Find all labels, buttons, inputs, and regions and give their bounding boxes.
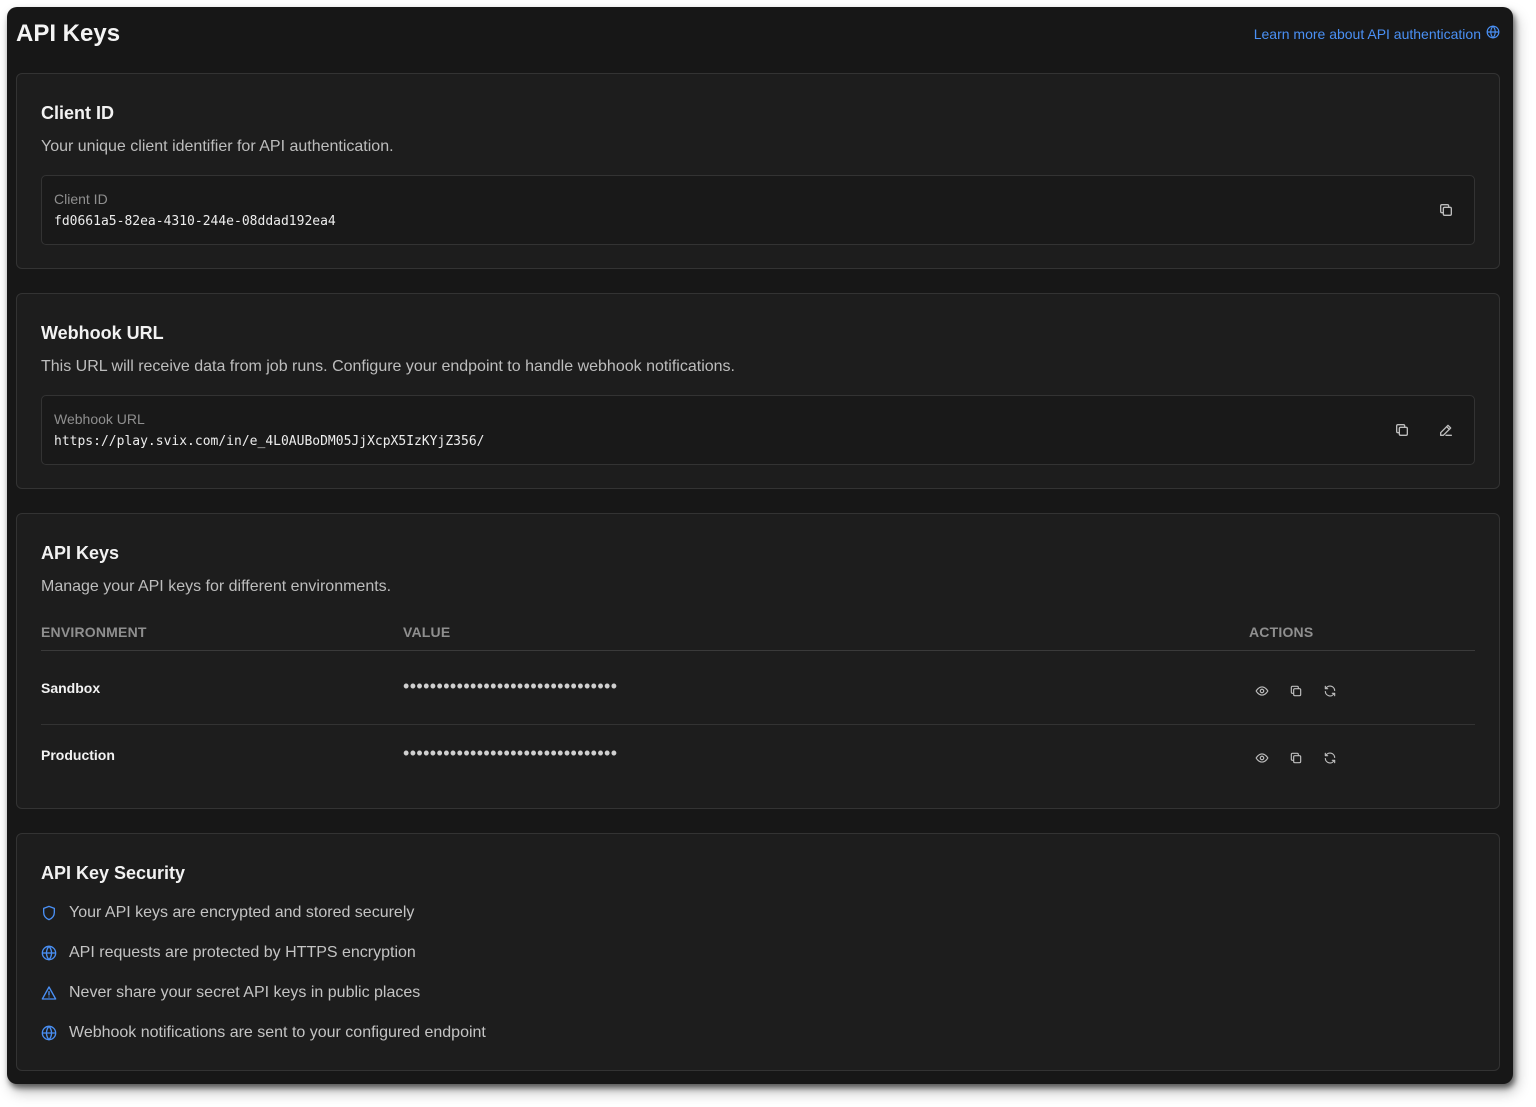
client-id-description: Your unique client identifier for API au… xyxy=(41,138,394,155)
globe-icon xyxy=(41,1025,57,1041)
security-item: Never share your secret API keys in publ… xyxy=(41,984,420,1002)
globe-icon xyxy=(1486,25,1500,42)
webhook-url-card: Webhook URL This URL will receive data f… xyxy=(16,293,1500,489)
copy-webhook-url-button[interactable] xyxy=(1391,419,1413,441)
reveal-key-button[interactable] xyxy=(1251,747,1273,769)
masked-api-key: •••••••••••••••••••••••••••••••• xyxy=(403,676,618,696)
row-actions xyxy=(1251,680,1341,702)
warning-triangle-icon xyxy=(41,985,57,1001)
copy-client-id-button[interactable] xyxy=(1435,199,1457,221)
eye-icon xyxy=(1255,751,1269,765)
copy-icon xyxy=(1289,751,1303,765)
api-keys-card: API Keys Manage your API keys for differ… xyxy=(16,513,1500,809)
copy-icon xyxy=(1289,684,1303,698)
api-keys-window: API Keys Learn more about API authentica… xyxy=(7,7,1513,1084)
regenerate-key-button[interactable] xyxy=(1319,680,1341,702)
masked-api-key: •••••••••••••••••••••••••••••••• xyxy=(403,743,618,763)
edit-webhook-url-button[interactable] xyxy=(1435,419,1457,441)
security-item-text: Webhook notifications are sent to your c… xyxy=(69,1024,486,1041)
learn-more-label: Learn more about API authentication xyxy=(1253,25,1481,42)
webhook-title: Webhook URL xyxy=(41,323,164,343)
webhook-url-value[interactable]: https://play.svix.com/in/e_4L0AUBoDM05Jj… xyxy=(54,434,484,449)
pencil-icon xyxy=(1438,422,1454,438)
copy-key-button[interactable] xyxy=(1285,680,1307,702)
security-title: API Key Security xyxy=(41,863,186,883)
client-id-title: Client ID xyxy=(41,103,115,123)
webhook-url-field: Webhook URL https://play.svix.com/in/e_4… xyxy=(41,395,1475,465)
reveal-key-button[interactable] xyxy=(1251,680,1273,702)
security-item-text: Your API keys are encrypted and stored s… xyxy=(69,904,415,921)
webhook-field-label: Webhook URL xyxy=(54,411,145,427)
column-value: Value xyxy=(403,624,451,640)
security-item: Your API keys are encrypted and stored s… xyxy=(41,904,414,922)
client-id-field-label: Client ID xyxy=(54,191,108,207)
environment-name: Production xyxy=(41,747,115,763)
shield-icon xyxy=(41,905,57,921)
column-actions: Actions xyxy=(1249,624,1314,640)
security-item-text: Never share your secret API keys in publ… xyxy=(69,984,421,1001)
security-item-text: API requests are protected by HTTPS encr… xyxy=(69,944,416,961)
copy-key-button[interactable] xyxy=(1285,747,1307,769)
table-row: Production •••••••••••••••••••••••••••••… xyxy=(41,725,1475,792)
api-key-security-card: API Key Security Your API keys are encry… xyxy=(16,833,1500,1071)
copy-icon xyxy=(1438,202,1454,218)
refresh-icon xyxy=(1323,751,1337,765)
regenerate-key-button[interactable] xyxy=(1319,747,1341,769)
webhook-description: This URL will receive data from job runs… xyxy=(41,358,735,375)
copy-icon xyxy=(1394,422,1410,438)
column-environment: Environment xyxy=(41,624,147,640)
row-actions xyxy=(1251,747,1341,769)
learn-more-link[interactable]: Learn more about API authentication xyxy=(1254,25,1500,42)
globe-icon xyxy=(41,945,57,961)
eye-icon xyxy=(1255,684,1269,698)
api-keys-table-header: Environment Value Actions xyxy=(41,624,1475,651)
api-keys-description: Manage your API keys for different envir… xyxy=(41,578,392,595)
api-keys-title: API Keys xyxy=(41,543,120,563)
security-item: API requests are protected by HTTPS encr… xyxy=(41,944,416,962)
table-row: Sandbox •••••••••••••••••••••••••••••••• xyxy=(41,658,1475,725)
client-id-value[interactable]: fd0661a5-82ea-4310-244e-08ddad192ea4 xyxy=(54,214,336,229)
client-id-card: Client ID Your unique client identifier … xyxy=(16,73,1500,269)
environment-name: Sandbox xyxy=(41,680,101,696)
refresh-icon xyxy=(1323,684,1337,698)
page-title: API Keys xyxy=(16,20,121,47)
security-item: Webhook notifications are sent to your c… xyxy=(41,1024,486,1042)
client-id-field: Client ID fd0661a5-82ea-4310-244e-08ddad… xyxy=(41,175,1475,245)
